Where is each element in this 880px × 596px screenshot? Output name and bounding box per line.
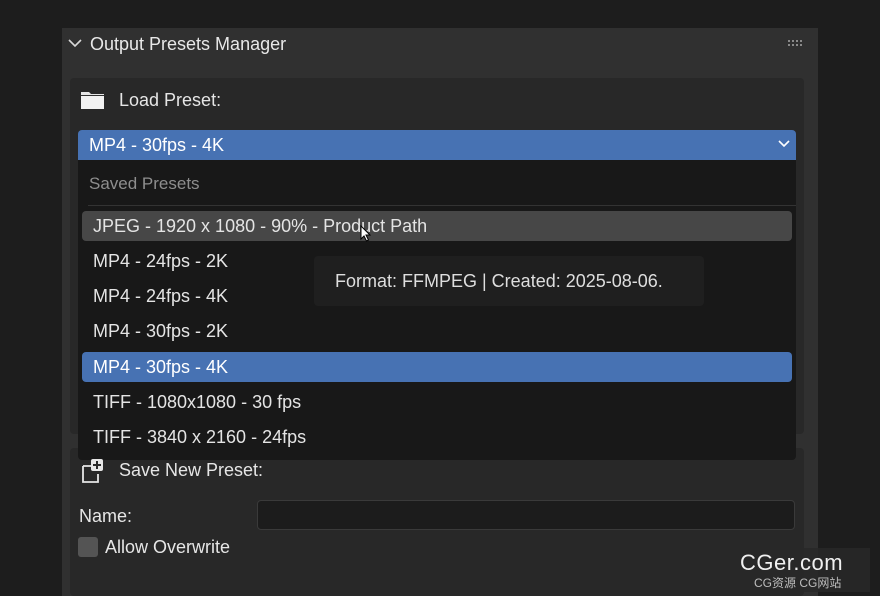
new-file-plus-icon (82, 459, 103, 483)
preset-item-jpeg-1920[interactable]: JPEG - 1920 x 1080 - 90% - Product Path (82, 211, 792, 241)
allow-overwrite-checkbox[interactable] (78, 537, 98, 557)
watermark-text: CGer.com (740, 550, 844, 575)
preset-item-tiff-3840[interactable]: TIFF - 3840 x 2160 - 24fps (82, 422, 792, 452)
save-new-preset-label: Save New Preset: (119, 460, 264, 480)
preset-item-label: MP4 - 30fps - 2K (93, 321, 229, 341)
preset-item-label: MP4 - 30fps - 4K (93, 357, 229, 377)
preset-item-label: JPEG - 1920 x 1080 - 90% - Product Path (93, 216, 428, 236)
preset-item-mp4-30-4k[interactable]: MP4 - 30fps - 4K (82, 352, 792, 382)
preset-item-label: MP4 - 24fps - 4K (93, 286, 229, 306)
drag-grip-icon[interactable] (788, 40, 806, 48)
tooltip-text: Format: FFMPEG | Created: 2025-08-06. (335, 271, 663, 291)
chevron-down-icon (778, 140, 790, 148)
load-preset-label: Load Preset: (119, 90, 222, 110)
panel-header[interactable]: Output Presets Manager (62, 28, 818, 62)
preset-item-tiff-1080[interactable]: TIFF - 1080x1080 - 30 fps (82, 387, 792, 417)
folder-icon (81, 92, 104, 109)
dropdown-separator (88, 205, 796, 206)
preset-tooltip: Format: FFMPEG | Created: 2025-08-06. (314, 256, 704, 306)
preset-item-label: TIFF - 1080x1080 - 30 fps (93, 392, 302, 412)
preset-name-input[interactable] (257, 500, 795, 530)
panel-title: Output Presets Manager (90, 34, 287, 54)
preset-item-mp4-30-2k[interactable]: MP4 - 30fps - 2K (82, 316, 792, 346)
dropdown-heading: Saved Presets (89, 174, 200, 193)
chevron-down-icon[interactable] (68, 38, 82, 48)
watermark-logo: CGer.com CG资源 CG网站 (736, 548, 870, 592)
preset-dropdown-menu: Saved Presets JPEG - 1920 x 1080 - 90% -… (78, 160, 796, 460)
preset-select[interactable]: MP4 - 30fps - 4K (78, 130, 796, 160)
preset-select-value: MP4 - 30fps - 4K (89, 135, 225, 155)
preset-item-label: MP4 - 24fps - 2K (93, 251, 229, 271)
name-label: Name: (79, 506, 133, 526)
allow-overwrite-label: Allow Overwrite (105, 537, 231, 557)
preset-item-label: TIFF - 3840 x 2160 - 24fps (93, 427, 307, 447)
mouse-cursor-icon (360, 225, 372, 242)
watermark-subtext: CG资源 CG网站 (754, 576, 842, 590)
